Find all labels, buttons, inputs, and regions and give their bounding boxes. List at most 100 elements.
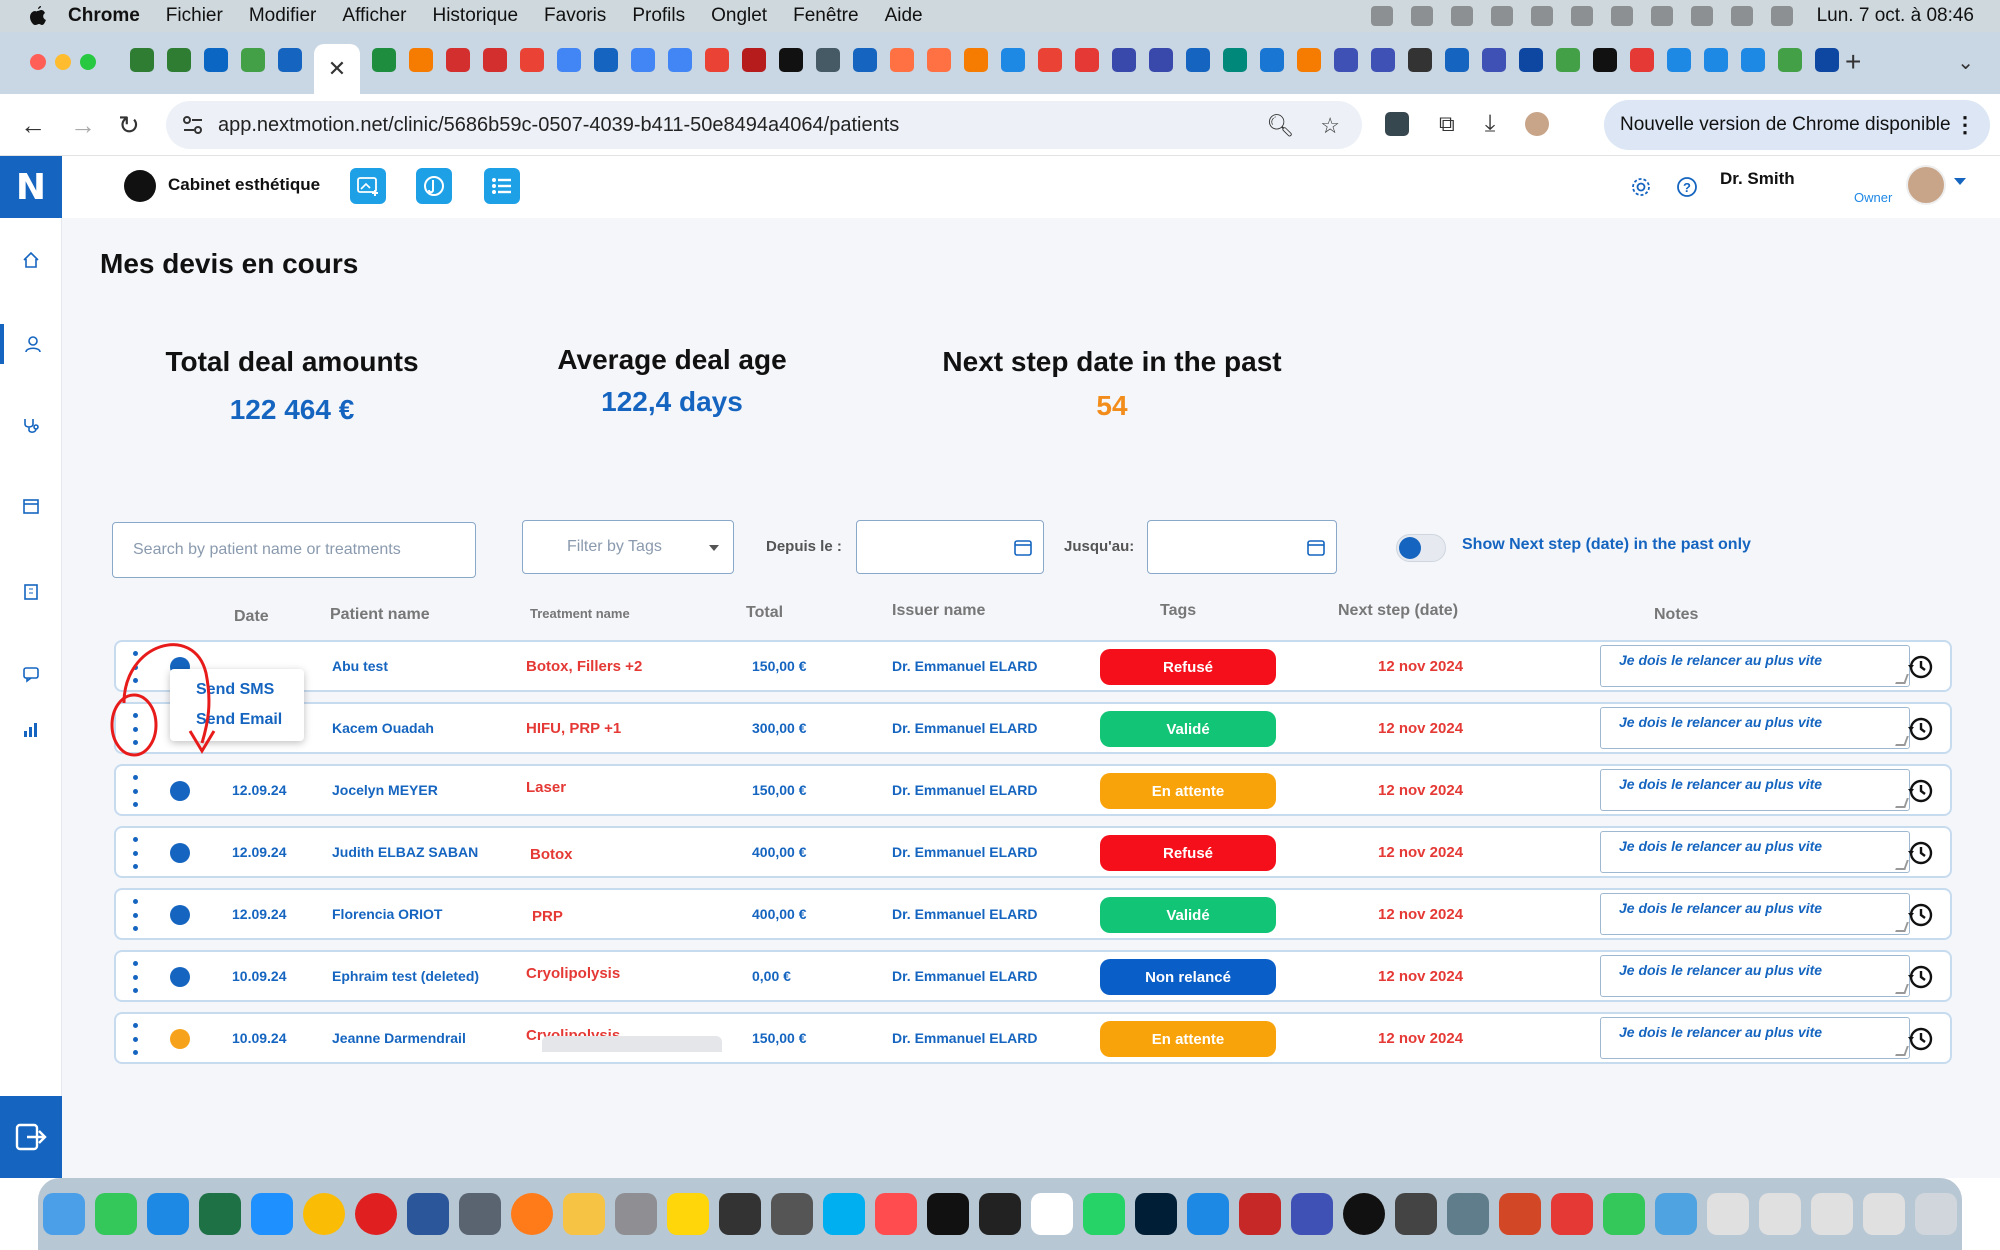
app-icon[interactable] — [1551, 1193, 1593, 1235]
row-tag-badge[interactable]: Non relancé — [1100, 959, 1276, 995]
wifi-icon[interactable] — [1690, 6, 1713, 26]
zoom-icon[interactable]: 🔍︎ — [1266, 113, 1294, 139]
tab-favicon[interactable] — [204, 48, 228, 72]
tray-icon[interactable] — [1450, 6, 1473, 26]
tab-favicon[interactable] — [1815, 48, 1839, 72]
row-notes-field[interactable]: Je dois le relancer au plus vite — [1600, 1017, 1910, 1059]
whatsapp-icon[interactable] — [1083, 1193, 1125, 1235]
row-tag-badge[interactable]: En attente — [1100, 773, 1276, 809]
file-icon[interactable] — [1863, 1193, 1905, 1235]
history-icon[interactable] — [1906, 714, 1936, 744]
tab-favicon[interactable] — [742, 48, 766, 72]
tab-favicon[interactable] — [1445, 48, 1469, 72]
tab-favicon[interactable] — [1593, 48, 1617, 72]
tab-favicon[interactable] — [705, 48, 729, 72]
tab-favicon[interactable] — [1778, 48, 1802, 72]
column-header-total[interactable]: Total — [746, 604, 783, 622]
tab-favicon[interactable] — [1704, 48, 1728, 72]
tab-favicon[interactable] — [668, 48, 692, 72]
control-center-icon[interactable] — [1770, 6, 1793, 26]
tab-favicon[interactable] — [1482, 48, 1506, 72]
tags-filter-select[interactable]: Filter by Tags — [522, 520, 734, 574]
spotlight-icon[interactable] — [1730, 6, 1753, 26]
window-zoom-button[interactable] — [80, 54, 96, 70]
row-patient-name[interactable]: Kacem Ouadah — [332, 720, 434, 736]
table-row[interactable]: Kacem Ouadah HIFU, PRP +1 300,00 € Dr. E… — [114, 702, 1952, 754]
column-header-issuer[interactable]: Issuer name — [892, 602, 985, 620]
excel-icon[interactable] — [199, 1193, 241, 1235]
menu-favoris[interactable]: Favoris — [544, 5, 606, 27]
tab-favicon[interactable] — [1075, 48, 1099, 72]
table-row[interactable]: 12.09.24 Florencia ORIOT PRP 400,00 € Dr… — [114, 888, 1952, 940]
tab-favicon[interactable] — [1408, 48, 1432, 72]
tab-favicon[interactable] — [1371, 48, 1395, 72]
tab-favicon[interactable] — [1001, 48, 1025, 72]
tray-icon[interactable] — [1570, 6, 1593, 26]
row-actions-kebab-icon[interactable] — [130, 651, 140, 683]
calendar-icon[interactable] — [1013, 537, 1033, 557]
tab-favicon[interactable] — [890, 48, 914, 72]
table-row[interactable]: 12.09.24 Judith ELBAZ SABAN Botox 400,00… — [114, 826, 1952, 878]
opera-icon[interactable] — [355, 1193, 397, 1235]
menu-modifier[interactable]: Modifier — [249, 5, 317, 27]
row-notes-field[interactable]: Je dois le relancer au plus vite — [1600, 893, 1910, 935]
row-patient-name[interactable]: Judith ELBAZ SABAN — [332, 844, 478, 860]
row-actions-kebab-icon[interactable] — [130, 713, 140, 745]
column-header-treatment[interactable]: Treatment name — [530, 606, 630, 621]
tab-favicon[interactable] — [1556, 48, 1580, 72]
app-icon[interactable] — [1239, 1193, 1281, 1235]
file-icon[interactable] — [1811, 1193, 1853, 1235]
tiktok-icon[interactable] — [927, 1193, 969, 1235]
search-input[interactable]: Search by patient name or treatments — [112, 522, 476, 578]
tray-icon[interactable] — [1490, 6, 1513, 26]
row-actions-kebab-icon[interactable] — [130, 899, 140, 931]
tab-favicon[interactable] — [483, 48, 507, 72]
safari-icon[interactable] — [251, 1193, 293, 1235]
bookmark-star-icon[interactable]: ☆ — [1320, 113, 1340, 139]
word-icon[interactable] — [407, 1193, 449, 1235]
tab-favicon[interactable] — [278, 48, 302, 72]
column-header-date[interactable]: Date — [234, 608, 269, 626]
forward-arrow-icon[interactable]: → — [70, 110, 96, 141]
history-icon[interactable] — [1906, 962, 1936, 992]
tab-favicon[interactable] — [1630, 48, 1654, 72]
user-name[interactable]: Dr. Smith — [1720, 169, 1795, 189]
row-actions-kebab-icon[interactable] — [130, 775, 140, 807]
screenshot-icon[interactable] — [771, 1193, 813, 1235]
more-vert-icon[interactable]: ⋮ — [1954, 112, 1976, 138]
tab-favicon[interactable] — [130, 48, 154, 72]
history-icon[interactable] — [1906, 1024, 1936, 1054]
row-tag-badge[interactable]: Refusé — [1100, 835, 1276, 871]
messages-icon[interactable] — [95, 1193, 137, 1235]
sidebar-item-messages[interactable] — [0, 654, 62, 694]
history-icon[interactable] — [1906, 900, 1936, 930]
row-notes-field[interactable]: Je dois le relancer au plus vite — [1600, 831, 1910, 873]
tab-favicon[interactable] — [927, 48, 951, 72]
row-actions-kebab-icon[interactable] — [130, 961, 140, 993]
tab-favicon[interactable] — [520, 48, 544, 72]
tab-favicon[interactable] — [964, 48, 988, 72]
notes-icon[interactable] — [667, 1193, 709, 1235]
quicktime-icon[interactable] — [459, 1193, 501, 1235]
clinic-name[interactable]: Cabinet esthétique — [168, 175, 320, 195]
row-notes-field[interactable]: Je dois le relancer au plus vite — [1600, 769, 1910, 811]
table-row[interactable]: 10.09.24 Jeanne Darmendrail Cryolipolysi… — [114, 1012, 1952, 1064]
sidebar-item-home[interactable] — [0, 240, 62, 280]
tray-icon[interactable] — [1370, 6, 1393, 26]
bluetooth-icon[interactable] — [1650, 6, 1673, 26]
new-tab-button[interactable]: + — [1845, 46, 1861, 78]
clinic-logo[interactable] — [124, 170, 156, 202]
final-cut-icon[interactable] — [719, 1193, 761, 1235]
table-row[interactable]: 10.09.24 Ephraim test (deleted) Cryolipo… — [114, 950, 1952, 1002]
menu-fenetre[interactable]: Fenêtre — [793, 5, 858, 27]
calculator-icon[interactable] — [1395, 1193, 1437, 1235]
menu-profils[interactable]: Profils — [632, 5, 685, 27]
app-icon[interactable] — [875, 1193, 917, 1235]
downloads-icon[interactable]: ⤓ — [1485, 110, 1496, 138]
since-date-input[interactable] — [856, 520, 1044, 574]
file-icon[interactable] — [1707, 1193, 1749, 1235]
firefox-icon[interactable] — [511, 1193, 553, 1235]
clock[interactable]: Lun. 7 oct. à 08:46 — [1817, 5, 1974, 27]
menu-aide[interactable]: Aide — [885, 5, 923, 27]
tab-search-chevron-icon[interactable]: ⌄ — [1957, 50, 1974, 75]
